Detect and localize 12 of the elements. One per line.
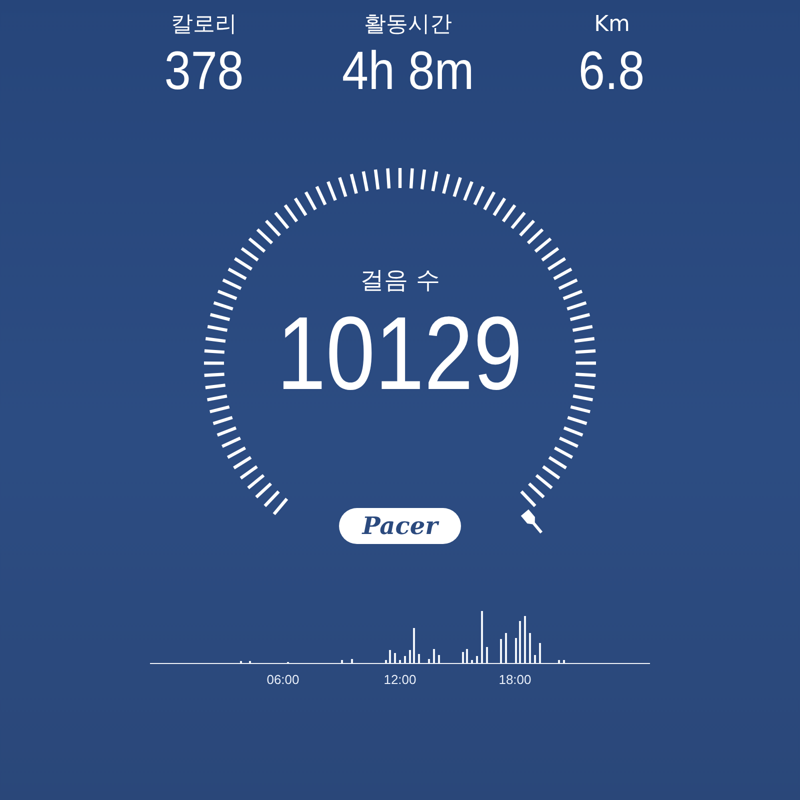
axis-label: 06:00 <box>266 671 300 689</box>
pacer-logo: Pacer <box>339 508 461 544</box>
stat-label: 칼로리 <box>171 14 237 36</box>
step-count: 10129 <box>277 302 523 406</box>
axis-label: 12:00 <box>384 671 416 689</box>
stat-value: 4h 8m <box>342 44 474 98</box>
stat-value: 6.8 <box>578 44 646 98</box>
stat-label: Km <box>594 14 630 36</box>
stat-value: 378 <box>164 44 244 98</box>
steps-label: 걸음 수 <box>360 265 440 296</box>
stat-label: 활동시간 <box>364 14 452 36</box>
axis-label: 18:00 <box>498 671 532 689</box>
